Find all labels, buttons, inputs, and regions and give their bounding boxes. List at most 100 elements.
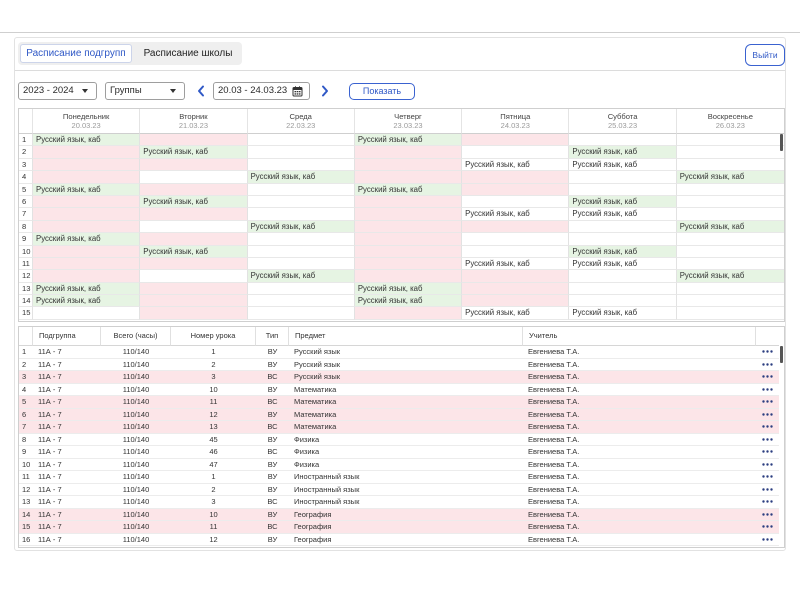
schedule-slot[interactable] [140,257,248,271]
column-header[interactable]: Учитель [523,327,756,346]
group-select[interactable]: Группы [105,82,185,100]
tab-school-schedule[interactable]: Расписание школы [136,44,240,63]
schedule-slot[interactable] [247,195,355,209]
schedule-slot[interactable] [676,159,784,172]
schedule-slot[interactable] [354,245,463,258]
column-header[interactable]: Подгруппа [33,327,101,346]
schedule-slot-filled[interactable]: Русский язык, каб [676,171,784,184]
schedule-slot-filled[interactable]: Русский язык, каб [247,220,355,234]
schedule-slot-filled[interactable]: Русский язык, каб [354,183,463,196]
schedule-slot[interactable] [462,245,570,258]
schedule-slot[interactable] [33,307,141,320]
schedule-slot-filled[interactable]: Русский язык, каб [140,146,248,159]
row-actions-button[interactable] [756,508,779,521]
schedule-slot[interactable] [354,208,463,221]
schedule-slot[interactable] [33,220,141,234]
schedule-slot-filled[interactable]: Русский язык, каб [462,158,570,172]
schedule-slot-filled[interactable]: Русский язык, каб [140,195,248,209]
row-actions-button[interactable] [756,396,779,409]
column-header[interactable]: Тип [256,327,289,346]
schedule-slot[interactable] [33,195,141,209]
schedule-slot[interactable] [33,146,141,159]
schedule-slot[interactable] [140,282,248,296]
schedule-slot-filled[interactable]: Русский язык, каб [33,233,141,246]
schedule-slot[interactable] [140,220,248,234]
schedule-slot-filled[interactable]: Русский язык, каб [462,307,570,320]
schedule-slot[interactable] [140,233,248,246]
schedule-slot[interactable] [247,257,355,271]
schedule-slot[interactable] [676,184,784,196]
schedule-slot[interactable] [569,220,677,234]
schedule-slot[interactable] [676,196,784,209]
row-actions-button[interactable] [756,421,779,434]
schedule-slot[interactable] [676,208,784,221]
schedule-slot[interactable] [462,171,570,184]
schedule-slot-filled[interactable]: Русский язык, каб [354,282,463,296]
schedule-slot[interactable] [676,134,784,147]
schedule-slot[interactable] [247,208,355,221]
schedule-slot-filled[interactable]: Русский язык, каб [140,245,248,258]
schedule-slot[interactable] [569,282,677,296]
schedule-slot-filled[interactable]: Русский язык, каб [247,171,355,184]
schedule-slot-filled[interactable]: Русский язык, каб [569,257,677,271]
schedule-slot-filled[interactable]: Русский язык, каб [569,245,677,258]
schedule-slot[interactable] [140,270,248,283]
schedule-slot-filled[interactable]: Русский язык, каб [569,195,677,209]
schedule-slot[interactable] [247,295,355,308]
schedule-slot[interactable] [354,257,463,271]
schedule-slot[interactable] [247,233,355,246]
schedule-slot[interactable] [354,195,463,209]
schedule-slot[interactable] [462,282,570,296]
schedule-slot[interactable] [354,307,463,320]
schedule-slot[interactable] [569,171,677,184]
schedule-slot[interactable] [676,233,784,246]
schedule-slot[interactable] [33,257,141,271]
schedule-slot-filled[interactable]: Русский язык, каб [33,282,141,296]
row-actions-button[interactable] [756,359,779,371]
schedule-slot-filled[interactable]: Русский язык, каб [569,146,677,159]
schedule-slot-filled[interactable]: Русский язык, каб [569,307,677,320]
schedule-slot[interactable] [569,270,677,283]
row-actions-button[interactable] [756,534,779,546]
schedule-slot[interactable] [247,307,355,320]
schedule-slot[interactable] [569,183,677,196]
schedule-slot[interactable] [462,134,570,147]
schedule-slot[interactable] [140,134,248,147]
schedule-slot[interactable] [462,195,570,209]
column-header[interactable]: Всего (часы) [101,327,171,346]
schedule-slot-filled[interactable]: Русский язык, каб [33,183,141,196]
schedule-slot-filled[interactable]: Русский язык, каб [569,208,677,221]
column-header[interactable]: Номер урока [171,327,256,346]
row-actions-button[interactable] [756,446,779,459]
schedule-slot[interactable] [354,171,463,184]
schedule-slot[interactable] [140,158,248,172]
schedule-slot[interactable] [676,258,784,271]
schedule-slot[interactable] [676,283,784,296]
schedule-slot[interactable] [462,146,570,159]
schedule-slot[interactable] [462,183,570,196]
schedule-slot[interactable] [354,220,463,234]
schedule-slot[interactable] [247,134,355,147]
tab-subgroup-schedule[interactable]: Расписание подгрупп [20,44,132,63]
logout-button[interactable]: Выйти [745,44,785,66]
show-button[interactable]: Показать [349,83,415,100]
schedule-slot[interactable] [140,183,248,196]
schedule-slot-filled[interactable]: Русский язык, каб [676,270,784,283]
schedule-slot[interactable] [140,307,248,320]
schedule-slot-filled[interactable]: Русский язык, каб [676,220,784,234]
chevron-left-icon[interactable] [197,85,205,97]
schedule-slot-filled[interactable]: Русский язык, каб [247,270,355,283]
schedule-slot[interactable] [462,295,570,308]
schedule-slot[interactable] [247,158,355,172]
chevron-right-icon[interactable] [321,85,329,97]
lessons-scrollbar[interactable] [780,346,783,363]
schedule-slot-filled[interactable]: Русский язык, каб [569,158,677,172]
schedule-slot-filled[interactable]: Русский язык, каб [33,295,141,308]
schedule-slot[interactable] [247,146,355,159]
schedule-slot[interactable] [354,233,463,246]
row-actions-button[interactable] [756,346,779,359]
schedule-slot[interactable] [462,220,570,234]
row-actions-button[interactable] [756,408,779,421]
schedule-slot[interactable] [33,171,141,184]
calendar-icon[interactable] [292,86,303,97]
